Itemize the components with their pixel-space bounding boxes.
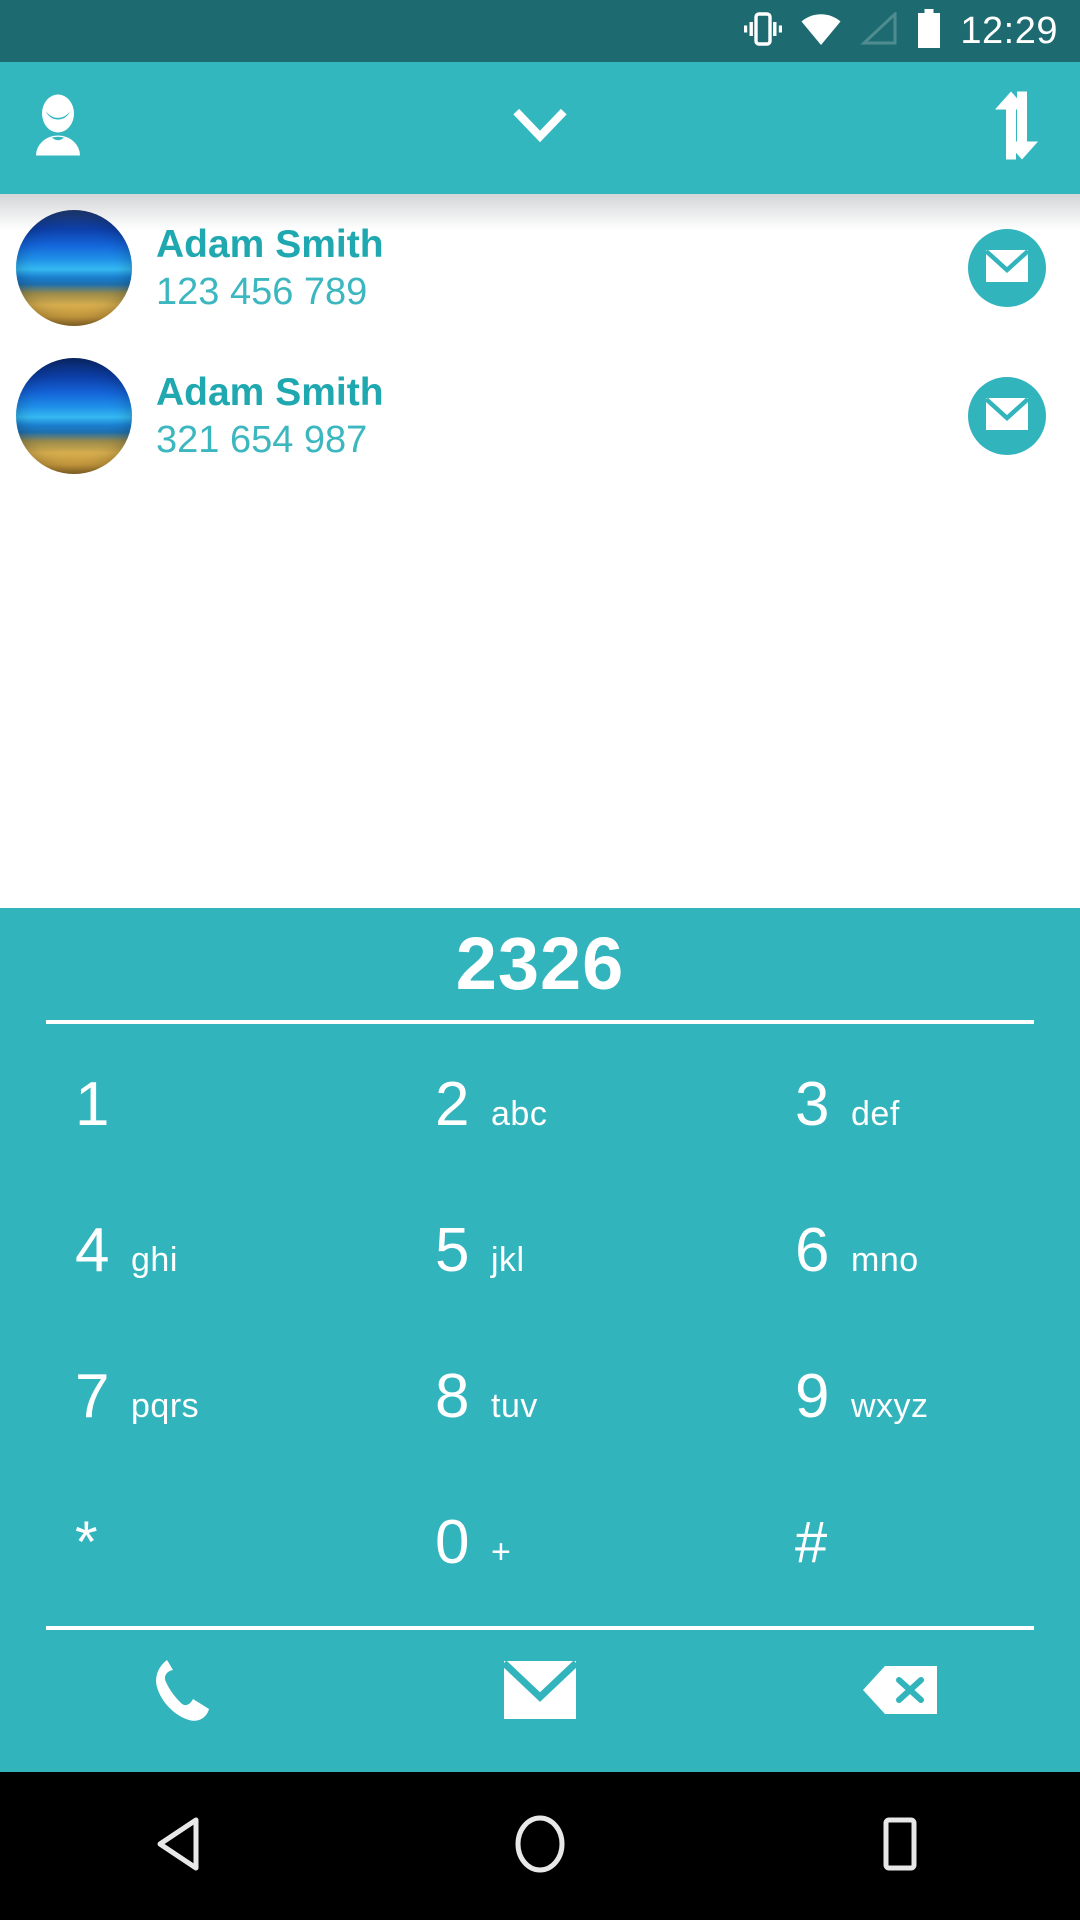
key-letters: wxyz — [851, 1387, 929, 1425]
back-triangle-icon — [154, 1816, 206, 1877]
dialpad-keys: 1 2 abc 3 def 4 ghi 5 jkl 6 mno 7 pqrs 8… — [0, 1032, 1080, 1616]
status-bar: 12:29 — [0, 0, 1080, 62]
contact-list: Adam Smith 123 456 789 Adam Smith 321 65… — [0, 194, 1080, 908]
contact-info: Adam Smith 123 456 789 — [156, 223, 968, 313]
key-digit: 4 — [75, 1216, 110, 1285]
dialpad-key-5[interactable]: 5 jkl — [360, 1178, 720, 1324]
dialpad-key-9[interactable]: 9 wxyz — [720, 1324, 1080, 1470]
status-icon-group — [744, 8, 942, 54]
key-digit: # — [795, 1510, 828, 1575]
key-digit: 3 — [795, 1070, 830, 1139]
wifi-icon — [800, 12, 842, 51]
table-row[interactable]: Adam Smith 321 654 987 — [0, 342, 1080, 490]
message-button[interactable] — [360, 1659, 720, 1724]
key-letters: pqrs — [131, 1387, 200, 1425]
dialpad-key-star[interactable]: * — [0, 1470, 360, 1616]
avatar — [16, 210, 132, 326]
contact-name: Adam Smith — [156, 222, 384, 266]
key-digit: 6 — [795, 1216, 830, 1285]
contact-number: 123 456 789 — [156, 270, 368, 313]
envelope-icon — [501, 1659, 579, 1724]
display-divider — [46, 1020, 1034, 1024]
key-digit: 5 — [435, 1216, 470, 1285]
home-circle-icon — [512, 1814, 568, 1879]
contact-number: 321 654 987 — [156, 418, 368, 461]
android-nav-bar — [0, 1772, 1080, 1920]
dialpad-key-4[interactable]: 4 ghi — [0, 1178, 360, 1324]
key-digit: 2 — [435, 1070, 470, 1139]
table-row[interactable]: Adam Smith 123 456 789 — [0, 194, 1080, 342]
dialpad-key-hash[interactable]: # — [720, 1470, 1080, 1616]
nav-recents-button[interactable] — [720, 1816, 1080, 1877]
message-contact-button[interactable] — [968, 229, 1046, 307]
status-bar-clock: 12:29 — [960, 10, 1058, 52]
person-icon[interactable] — [28, 94, 88, 163]
backspace-button[interactable] — [720, 1664, 1080, 1721]
key-digit: 9 — [795, 1362, 830, 1431]
contact-name: Adam Smith — [156, 370, 384, 414]
app-bar — [0, 62, 1080, 194]
nav-back-button[interactable] — [0, 1816, 360, 1877]
key-digit: 0 — [435, 1508, 470, 1577]
phone-screen: 12:29 Adam Smith 123 456 789 Adam Smith … — [0, 0, 1080, 1920]
key-digit: * — [75, 1510, 98, 1575]
dialed-number-value: 2326 — [455, 922, 625, 1005]
chevron-down-icon[interactable] — [513, 108, 567, 149]
envelope-icon — [984, 396, 1030, 436]
dialpad-key-2[interactable]: 2 abc — [360, 1032, 720, 1178]
backspace-icon — [861, 1664, 939, 1721]
key-letters: jkl — [491, 1241, 525, 1279]
phone-call-icon — [149, 1657, 211, 1728]
key-letters: + — [491, 1533, 512, 1571]
key-digit: 1 — [75, 1070, 110, 1139]
key-digit: 7 — [75, 1362, 110, 1431]
dialpad-panel: 2326 1 2 abc 3 def 4 ghi 5 jkl 6 mno 7 p… — [0, 908, 1080, 1772]
key-letters: tuv — [491, 1387, 538, 1425]
key-letters: ghi — [131, 1241, 178, 1279]
message-contact-button[interactable] — [968, 377, 1046, 455]
dialed-number-display[interactable]: 2326 — [0, 908, 1080, 1020]
vibrate-icon — [744, 9, 783, 54]
key-letters: mno — [851, 1241, 919, 1279]
envelope-icon — [984, 248, 1030, 288]
signal-icon — [860, 10, 898, 51]
key-letters: def — [851, 1095, 900, 1133]
key-letters: abc — [491, 1095, 548, 1133]
dialpad-actions — [0, 1630, 1080, 1754]
nav-home-button[interactable] — [360, 1814, 720, 1879]
dialpad-key-3[interactable]: 3 def — [720, 1032, 1080, 1178]
sort-arrows-icon[interactable] — [990, 90, 1048, 167]
dialpad-key-0[interactable]: 0 + — [360, 1470, 720, 1616]
avatar — [16, 358, 132, 474]
dialpad-key-1[interactable]: 1 — [0, 1032, 360, 1178]
dialpad-key-7[interactable]: 7 pqrs — [0, 1324, 360, 1470]
key-digit: 8 — [435, 1362, 470, 1431]
call-button[interactable] — [0, 1657, 360, 1728]
contact-info: Adam Smith 321 654 987 — [156, 371, 968, 461]
dialpad-key-6[interactable]: 6 mno — [720, 1178, 1080, 1324]
battery-icon — [916, 8, 942, 54]
dialpad-key-8[interactable]: 8 tuv — [360, 1324, 720, 1470]
recents-square-icon — [874, 1816, 926, 1877]
